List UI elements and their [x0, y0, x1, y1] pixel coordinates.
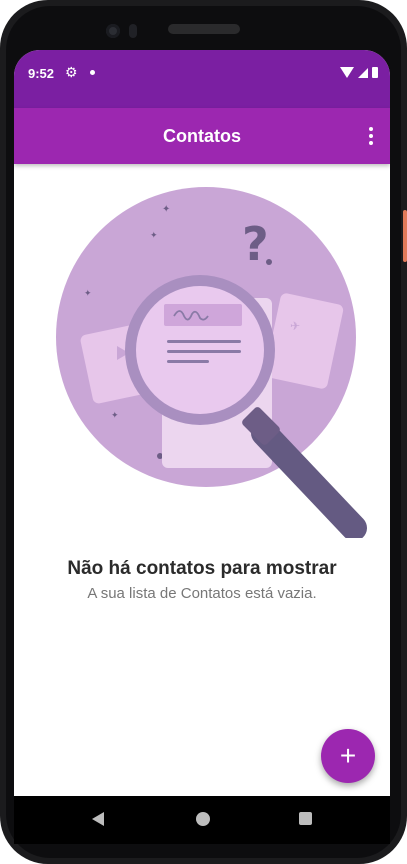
empty-state-title: Não há contatos para mostrar — [67, 558, 337, 579]
svg-text:✦: ✦ — [111, 411, 119, 421]
app-screen: 9:52 ⚙ Contatos ✦ ✦ ✦ ✦ ? ✈ Não há conta… — [14, 50, 390, 796]
home-icon[interactable] — [196, 812, 210, 826]
back-icon[interactable] — [92, 812, 104, 826]
add-icon: + — [339, 740, 357, 771]
svg-text:✦: ✦ — [162, 204, 170, 215]
notification-dot-icon — [90, 70, 95, 75]
power-button — [403, 210, 407, 262]
empty-state-subtitle: A sua lista de Contatos está vazia. — [87, 585, 317, 602]
question-mark-icon: ? — [242, 217, 269, 271]
battery-icon — [372, 67, 378, 78]
front-camera — [106, 24, 120, 38]
earpiece-speaker — [168, 24, 240, 34]
empty-state-illustration: ✦ ✦ ✦ ✦ ? ✈ — [56, 187, 367, 538]
svg-text:✈: ✈ — [290, 319, 300, 333]
more-vert-icon[interactable] — [368, 127, 374, 145]
status-time: 9:52 — [28, 66, 55, 81]
app-bar: Contatos — [14, 108, 390, 164]
svg-text:✦: ✦ — [84, 289, 92, 299]
system-navigation-bar — [14, 796, 390, 844]
page-title: Contatos — [163, 126, 241, 146]
front-sensor — [129, 24, 137, 38]
status-icons — [340, 67, 378, 78]
gear-icon: ⚙ — [65, 64, 78, 80]
svg-text:✦: ✦ — [150, 231, 158, 241]
wifi-icon — [340, 67, 354, 78]
signal-icon — [358, 67, 368, 78]
add-contact-button[interactable]: + — [321, 729, 375, 783]
phone-frame: 9:52 ⚙ Contatos ✦ ✦ ✦ ✦ ? ✈ Não há conta… — [0, 0, 407, 864]
status-bar: 9:52 ⚙ — [14, 50, 390, 108]
recents-icon[interactable] — [299, 812, 312, 825]
